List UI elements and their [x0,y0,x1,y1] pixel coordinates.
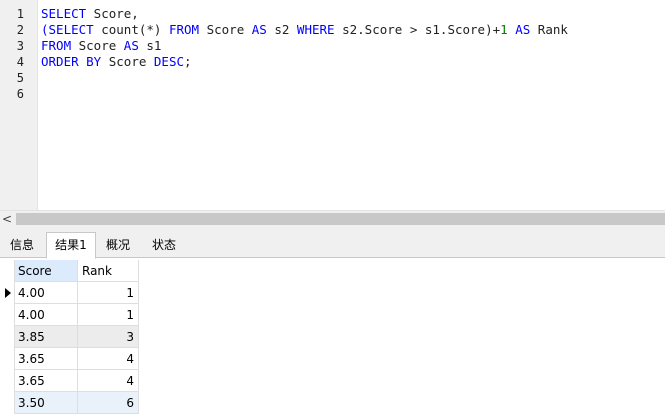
sql-keyword: ORDER BY [41,54,102,69]
table-row[interactable]: 3.65 4 [0,370,140,392]
sql-text: s2 [266,22,297,37]
cell-score[interactable]: 4.00 [14,282,78,304]
grid-header-row: Score Rank [0,260,140,282]
sql-keyword: AS [123,38,139,53]
cell-score[interactable]: 3.65 [14,370,78,392]
row-indicator [4,282,14,304]
table-row[interactable]: 3.85 3 [0,326,140,348]
table-row[interactable]: 4.00 1 [0,282,140,304]
sql-keyword: AS [251,22,267,37]
scroll-left-arrow-icon[interactable]: < [0,211,14,228]
sql-text: Score, [86,6,139,21]
cell-rank[interactable]: 1 [78,282,139,304]
sql-text: Score [101,54,154,69]
cell-rank[interactable]: 4 [78,370,139,392]
sql-text: Score [199,22,252,37]
column-header-score[interactable]: Score [14,260,78,282]
tab-status[interactable]: 状态 [144,234,184,258]
cell-score[interactable]: 3.65 [14,348,78,370]
sql-text: count(*) [93,22,169,37]
current-row-arrow-icon [5,288,11,298]
cell-rank[interactable]: 4 [78,348,139,370]
code-line[interactable]: SELECT Score, [41,6,139,22]
sql-keyword: FROM [168,22,200,37]
code-line[interactable]: (SELECT count(*) FROM Score AS s2 WHERE … [41,22,568,38]
cell-score[interactable]: 3.50 [14,392,78,414]
cell-rank[interactable]: 3 [78,326,139,348]
cell-score[interactable]: 3.85 [14,326,78,348]
cell-rank[interactable]: 1 [78,304,139,326]
line-number: 1 [16,7,24,21]
cell-score[interactable]: 4.00 [14,304,78,326]
sql-keyword: SELECT [41,6,87,21]
table-row[interactable]: 3.65 4 [0,348,140,370]
sql-text: Score [71,38,124,53]
sql-keyword: WHERE [296,22,335,37]
sql-text: s1 [138,38,162,53]
horizontal-scrollbar[interactable]: < [0,210,665,228]
result-grid[interactable]: Score Rank 4.00 1 4.00 1 3.85 3 3.65 4 3… [0,259,665,418]
table-row[interactable]: 4.00 1 [0,304,140,326]
sql-keyword: DESC [153,54,185,69]
tab-profile[interactable]: 概况 [98,234,138,258]
sql-keyword: (SELECT [41,22,94,37]
column-header-rank[interactable]: Rank [78,260,139,282]
sql-text: ; [184,54,192,69]
line-number-gutter: 1 2 3 4 5 6 [0,0,38,210]
line-number: 5 [16,71,24,85]
sql-text: Rank [530,22,568,37]
tab-result1[interactable]: 结果1 [46,232,96,259]
line-number: 6 [16,87,24,101]
sql-number: 1 [500,22,508,37]
cell-rank[interactable]: 6 [78,392,139,414]
table-row[interactable]: 3.50 6 [0,392,140,414]
scrollbar-thumb[interactable] [16,213,665,225]
sql-text: s2.Score > s1.Score)+ [334,22,501,37]
line-number: 4 [16,55,24,69]
line-number: 2 [16,23,24,37]
line-number: 3 [16,39,24,53]
sql-keyword: FROM [41,38,72,53]
result-tabs: 信息 结果1 概况 状态 [0,228,665,259]
sql-keyword: AS [515,22,531,37]
tab-info[interactable]: 信息 [2,234,42,258]
sql-editor[interactable]: 1 2 3 4 5 6 SELECT Score, (SELECT count(… [0,0,665,210]
code-line[interactable]: ORDER BY Score DESC; [41,54,192,70]
code-line[interactable]: FROM Score AS s1 [41,38,161,54]
